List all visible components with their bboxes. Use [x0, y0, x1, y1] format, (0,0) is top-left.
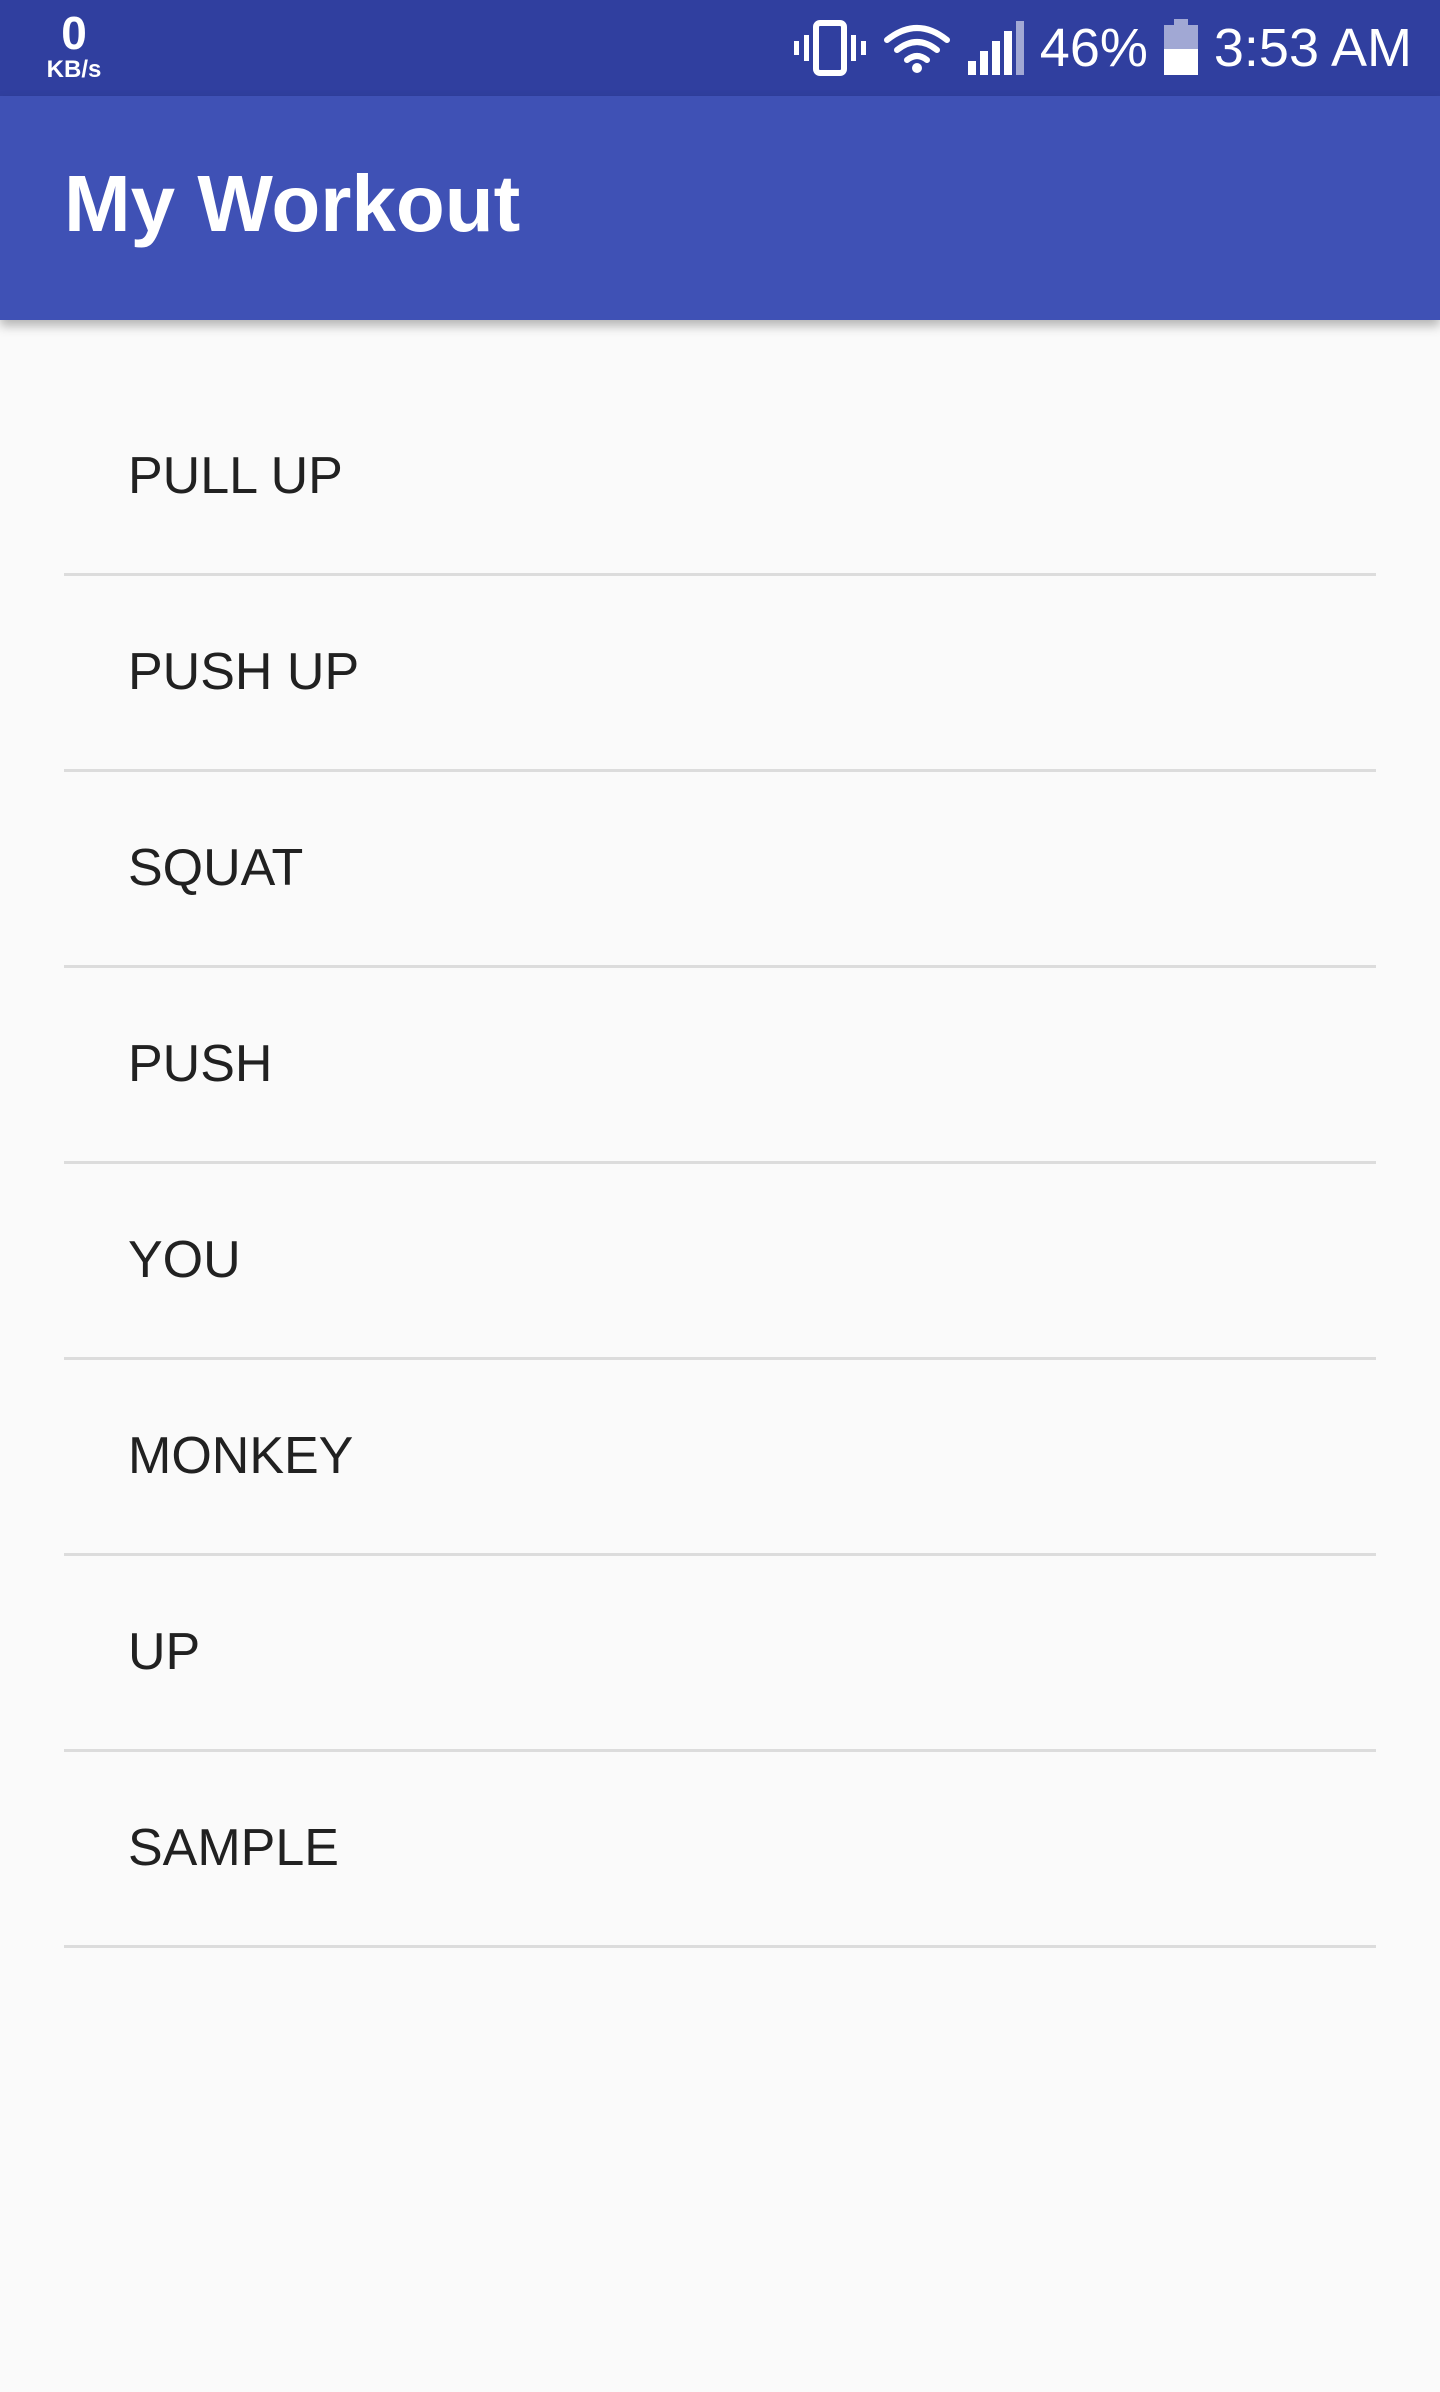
- exercise-item-push[interactable]: PUSH: [64, 968, 1376, 1164]
- wifi-icon: [882, 22, 952, 74]
- exercise-item-monkey[interactable]: MONKEY: [64, 1360, 1376, 1556]
- clock: 3:53 AM: [1213, 18, 1412, 78]
- exercise-label: PUSH UP: [128, 643, 360, 701]
- page-title: My Workout: [64, 159, 521, 248]
- exercise-label: PULL UP: [128, 447, 343, 505]
- exercise-item-you[interactable]: YOU: [64, 1164, 1376, 1360]
- vibrate-icon: [792, 19, 868, 77]
- exercise-label: SQUAT: [128, 839, 304, 897]
- signal-icon: [966, 19, 1026, 77]
- exercise-label: PUSH: [128, 1035, 273, 1093]
- network-speed-unit: KB/s: [46, 56, 102, 83]
- exercise-item-pull-up[interactable]: PULL UP: [64, 380, 1376, 576]
- exercise-list: PULL UP PUSH UP SQUAT PUSH YOU MONKEY UP…: [64, 380, 1376, 1948]
- status-bar: 0 KB/s 46% 3:53 AM: [0, 0, 1440, 96]
- exercise-item-sample[interactable]: SAMPLE: [64, 1752, 1376, 1948]
- exercise-item-up[interactable]: UP: [64, 1556, 1376, 1752]
- exercise-label: SAMPLE: [128, 1819, 339, 1877]
- status-icons: 46% 3:53 AM: [792, 0, 1412, 96]
- battery-icon: [1162, 19, 1200, 77]
- exercise-label: MONKEY: [128, 1427, 354, 1485]
- network-speed-value: 0: [61, 7, 87, 59]
- battery-percent: 46%: [1039, 18, 1148, 78]
- network-speed: 0 KB/s: [34, 10, 114, 82]
- exercise-item-push-up[interactable]: PUSH UP: [64, 576, 1376, 772]
- app-bar: My Workout: [0, 96, 1440, 320]
- exercise-label: UP: [128, 1623, 201, 1681]
- exercise-label: YOU: [128, 1231, 241, 1289]
- exercise-item-squat[interactable]: SQUAT: [64, 772, 1376, 968]
